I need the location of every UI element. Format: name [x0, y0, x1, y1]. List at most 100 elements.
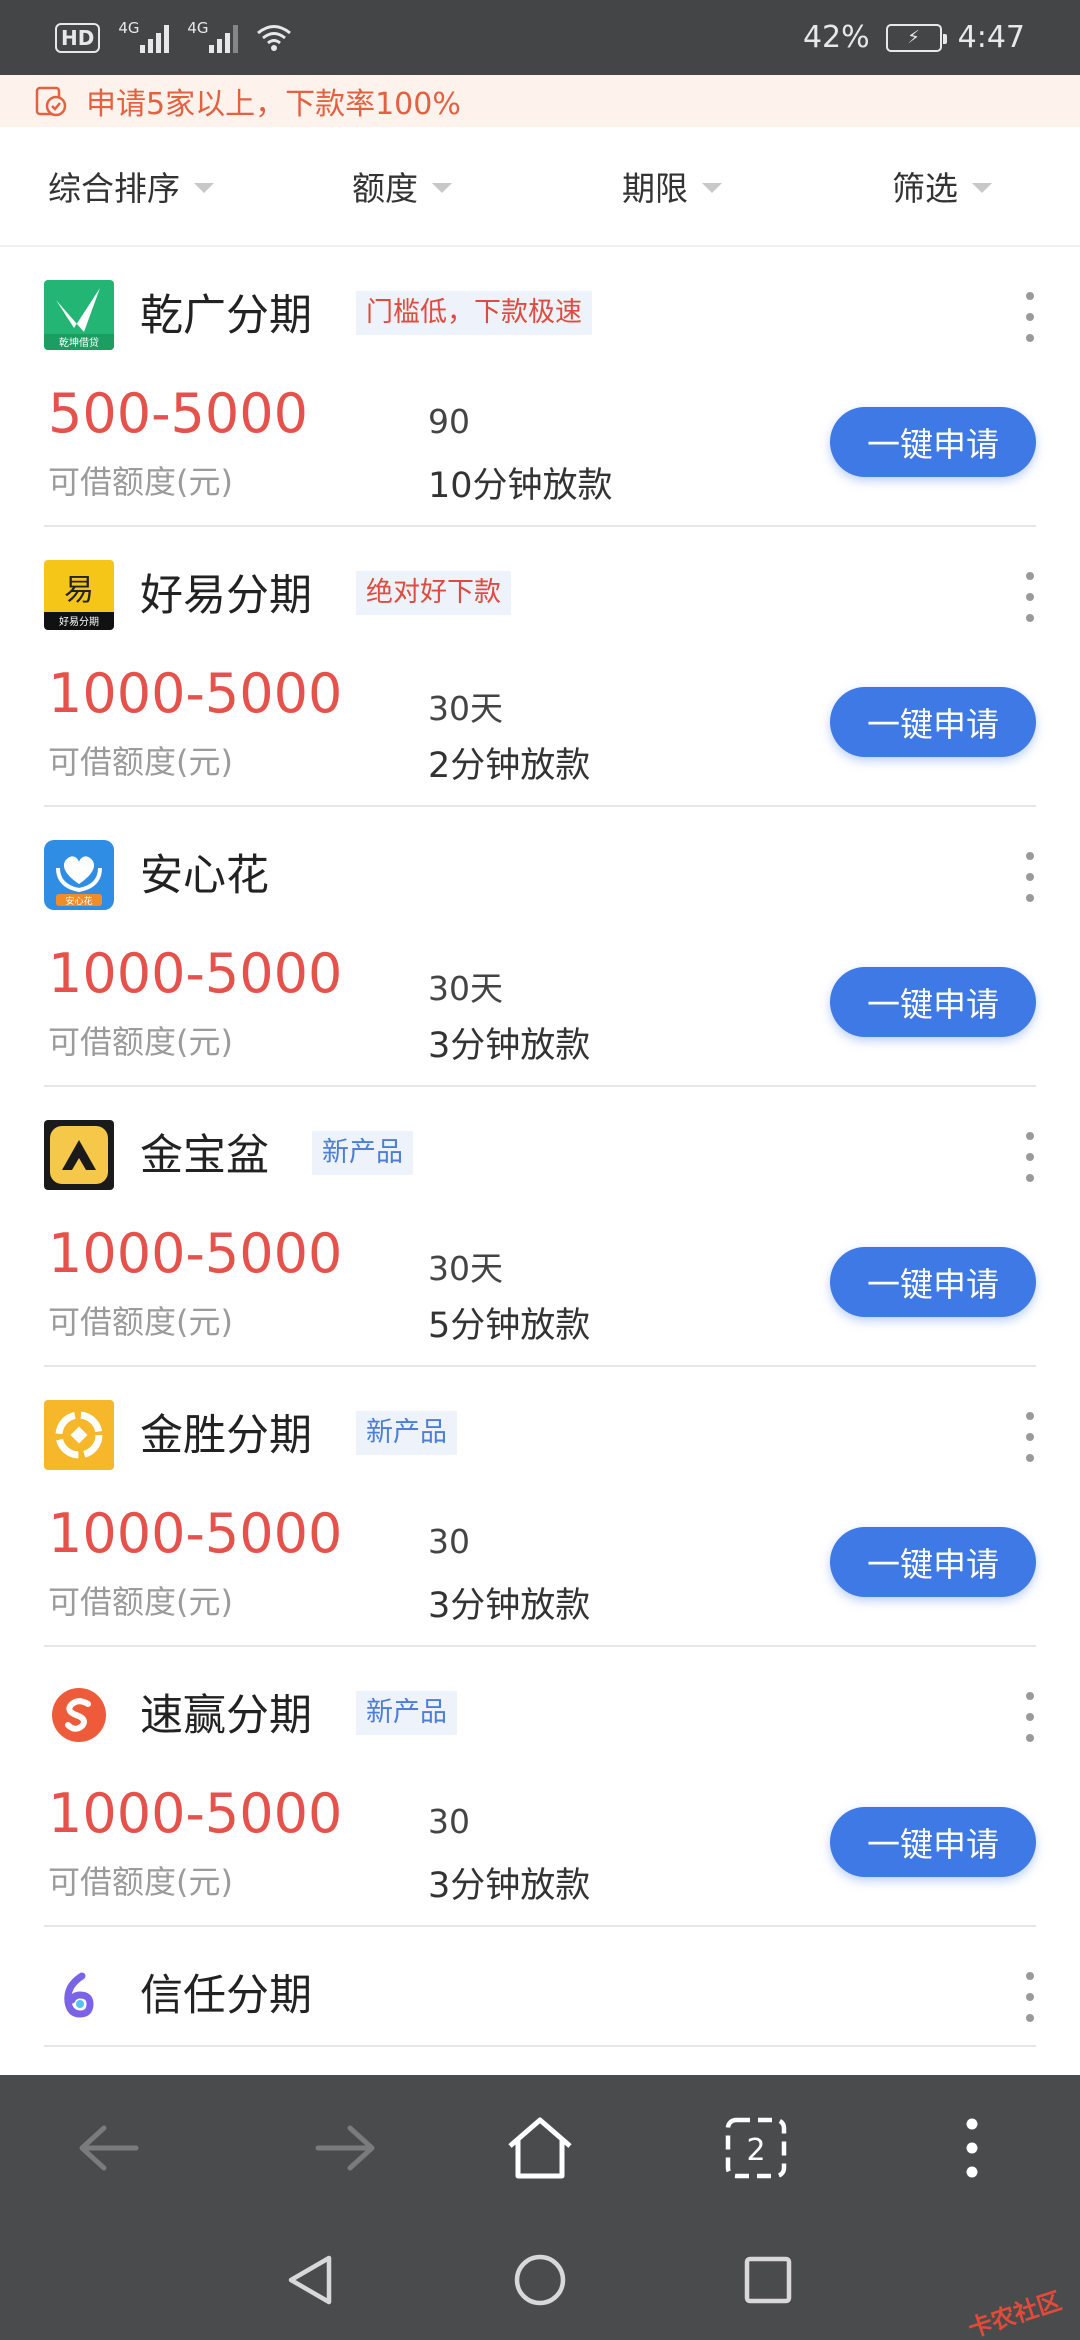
more-icon[interactable]: [1024, 852, 1036, 902]
svg-text:易: 易: [64, 573, 94, 608]
product-card[interactable]: 信任分期: [0, 1927, 1080, 2047]
loan-amount: 1000-5000: [48, 942, 343, 1005]
menu-button[interactable]: [912, 2075, 1032, 2220]
more-icon[interactable]: [1024, 1972, 1036, 2022]
clock: 4:47: [957, 20, 1025, 55]
jinbaopen-logo-icon: [44, 1120, 114, 1190]
product-list: 乾坤借贷 乾广分期 门槛低，下款极速 500-5000 可借额度(元) 90 1…: [0, 247, 1080, 2047]
qianguang-logo-icon: 乾坤借贷: [44, 280, 114, 350]
svg-text:安心花: 安心花: [65, 895, 92, 907]
loan-term: 30天: [428, 1249, 503, 1288]
back-button[interactable]: [48, 2075, 168, 2220]
apply-button[interactable]: 一键申请: [830, 687, 1036, 757]
payout-speed: 10分钟放款: [428, 466, 613, 506]
more-icon[interactable]: [1024, 572, 1036, 622]
filter-screen[interactable]: 筛选: [892, 162, 992, 210]
tabs-icon: 2: [725, 2117, 787, 2178]
more-icon[interactable]: [1024, 292, 1036, 342]
product-name: 信任分期: [140, 1971, 312, 2021]
haoyi-logo-icon: 易好易分期: [44, 560, 114, 630]
product-name: 金宝盆: [140, 1131, 269, 1181]
payout-speed: 3分钟放款: [428, 1586, 591, 1626]
more-icon[interactable]: [1024, 1132, 1036, 1182]
nav-recents-button[interactable]: [708, 2220, 828, 2340]
battery-percent: 42%: [802, 20, 870, 55]
apply-button[interactable]: 一键申请: [830, 407, 1036, 477]
product-tag: 新产品: [312, 1131, 413, 1175]
jinsheng-logo-icon: [44, 1400, 114, 1470]
hd-badge: HD: [55, 22, 101, 53]
apply-button[interactable]: 一键申请: [830, 1247, 1036, 1317]
product-card[interactable]: 安心花 安心花 1000-5000 可借额度(元) 30天 3分钟放款 一键申请: [0, 807, 1080, 1087]
loan-amount: 1000-5000: [48, 1782, 343, 1845]
watermark: 卡农社区: [964, 2286, 1065, 2340]
loan-term: 30: [428, 1522, 470, 1561]
payout-speed: 5分钟放款: [428, 1306, 591, 1346]
signal-icon-sim2: 4G: [187, 19, 239, 53]
arrow-right-icon: [315, 2125, 375, 2170]
svg-text:2: 2: [746, 2133, 765, 2168]
product-tag: 绝对好下款: [356, 571, 511, 615]
status-right: 42% ⚡ 4:47: [803, 20, 1025, 55]
more-icon[interactable]: [1024, 1692, 1036, 1742]
product-name: 速赢分期: [140, 1691, 312, 1741]
amount-label: 可借额度(元): [48, 463, 233, 501]
forward-button[interactable]: [286, 2075, 406, 2220]
filter-sort[interactable]: 综合排序: [48, 162, 214, 210]
product-card[interactable]: 乾坤借贷 乾广分期 门槛低，下款极速 500-5000 可借额度(元) 90 1…: [0, 247, 1080, 527]
loan-term: 90: [428, 402, 470, 441]
product-tag: 新产品: [356, 1691, 457, 1735]
product-name: 安心花: [140, 851, 269, 901]
product-name: 乾广分期: [140, 291, 312, 341]
nav-back-button[interactable]: [250, 2220, 370, 2340]
svg-text:好易分期: 好易分期: [59, 616, 99, 628]
more-icon[interactable]: [1024, 1412, 1036, 1462]
home-button[interactable]: [480, 2075, 600, 2220]
tabs-button[interactable]: 2: [696, 2075, 816, 2220]
loan-amount: 1000-5000: [48, 1222, 343, 1285]
svg-text:乾坤借贷: 乾坤借贷: [59, 336, 99, 349]
amount-label: 可借额度(元): [48, 743, 233, 781]
banner-text: 申请5家以上，下款率100%: [86, 87, 461, 122]
filter-term[interactable]: 期限: [622, 162, 722, 210]
caret-down-icon: [432, 183, 452, 193]
product-name: 好易分期: [140, 571, 312, 621]
amount-label: 可借额度(元): [48, 1023, 233, 1061]
apply-button[interactable]: 一键申请: [830, 1527, 1036, 1597]
home-icon: [508, 2117, 572, 2178]
status-left: HD 4G 4G: [55, 19, 292, 53]
product-tag: 新产品: [356, 1411, 457, 1455]
browser-toolbar: 2: [0, 2075, 1080, 2220]
product-card[interactable]: 金宝盆 新产品 1000-5000 可借额度(元) 30天 5分钟放款 一键申请: [0, 1087, 1080, 1367]
loan-term: 30天: [428, 689, 503, 728]
product-card[interactable]: 易好易分期 好易分期 绝对好下款 1000-5000 可借额度(元) 30天 2…: [0, 527, 1080, 807]
triangle-back-icon: [288, 2255, 332, 2305]
status-bar: HD 4G 4G 42% ⚡ 4:47: [0, 0, 1080, 75]
product-card[interactable]: 金胜分期 新产品 1000-5000 可借额度(元) 30 3分钟放款 一键申请: [0, 1367, 1080, 1647]
system-nav-bar: 卡农社区: [0, 2220, 1080, 2340]
apply-button[interactable]: 一键申请: [830, 967, 1036, 1037]
caret-down-icon: [972, 183, 992, 193]
amount-label: 可借额度(元): [48, 1583, 233, 1621]
filter-bar: 综合排序 额度 期限 筛选: [0, 127, 1080, 247]
promo-banner[interactable]: 申请5家以上，下款率100%: [0, 75, 1080, 127]
caret-down-icon: [194, 183, 214, 193]
product-name: 金胜分期: [140, 1411, 312, 1461]
loan-amount: 1000-5000: [48, 1502, 343, 1565]
product-tag: 门槛低，下款极速: [356, 291, 592, 335]
loan-amount: 1000-5000: [48, 662, 343, 725]
filter-amount[interactable]: 额度: [352, 162, 452, 210]
apply-check-icon: [35, 86, 67, 117]
anxinhua-logo-icon: 安心花: [44, 840, 114, 910]
arrow-left-icon: [79, 2125, 139, 2170]
signal-icon-sim1: 4G: [118, 19, 170, 53]
loan-amount: 500-5000: [48, 382, 308, 445]
battery-icon: ⚡: [885, 23, 947, 52]
loan-term: 30: [428, 1802, 470, 1841]
payout-speed: 3分钟放款: [428, 1026, 591, 1066]
nav-home-button[interactable]: [480, 2220, 600, 2340]
loan-term: 30天: [428, 969, 503, 1008]
suying-logo-icon: [44, 1680, 114, 1750]
product-card[interactable]: 速赢分期 新产品 1000-5000 可借额度(元) 30 3分钟放款 一键申请: [0, 1647, 1080, 1927]
apply-button[interactable]: 一键申请: [830, 1807, 1036, 1877]
